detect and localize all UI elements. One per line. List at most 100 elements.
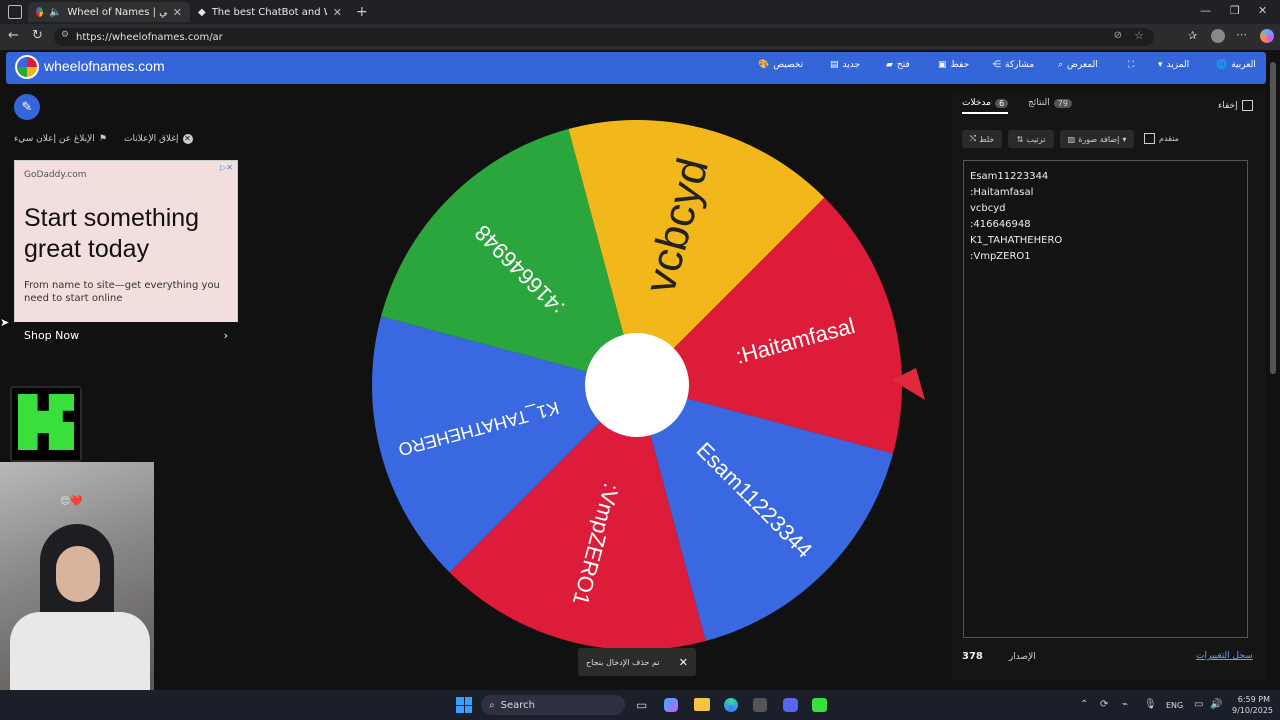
- report-ad-link[interactable]: الإبلاغ عن إعلان سيء ⚑: [14, 134, 107, 144]
- logo-icon[interactable]: [15, 55, 39, 79]
- sort-icon: ⇅: [1016, 134, 1024, 144]
- customize-button[interactable]: 🎨 تخصيص: [758, 60, 803, 70]
- wheel-center-button[interactable]: [585, 333, 689, 437]
- folder-icon: ▰: [886, 60, 893, 70]
- tab-results[interactable]: النتائج 79: [1028, 98, 1072, 108]
- favorites-icon[interactable]: ✰: [1188, 29, 1197, 42]
- entry-line: :416646948: [970, 219, 1031, 230]
- copilot-app-icon[interactable]: [664, 698, 678, 712]
- version-info: 378 الإصدار: [962, 651, 1036, 662]
- tracking-icon[interactable]: ⊘: [1114, 30, 1122, 41]
- profile-avatar[interactable]: [1211, 29, 1225, 43]
- sync-icon[interactable]: ⟳: [1100, 699, 1108, 710]
- edit-pencil-button[interactable]: ✎: [14, 94, 40, 120]
- share-icon: ⋲: [992, 60, 1001, 70]
- input-language[interactable]: ENG: [1166, 701, 1183, 710]
- maximize-icon[interactable]: ❐: [1230, 4, 1240, 17]
- close-ads-link[interactable]: إغلاق الإعلانات ✕: [124, 134, 193, 144]
- window-menu-icon[interactable]: [8, 5, 22, 19]
- search-icon: ⌕: [489, 699, 495, 711]
- file-explorer-icon[interactable]: [694, 698, 710, 711]
- entry-line: :VmpZERO1: [970, 251, 1031, 262]
- advanced-checkbox[interactable]: متقدم: [1144, 133, 1179, 144]
- heart-stickers-icon: 😍❤️: [60, 496, 83, 507]
- search-icon: ⌕: [1058, 60, 1064, 70]
- shop-now-button[interactable]: Shop Now ›: [14, 322, 238, 348]
- discord-icon[interactable]: [783, 698, 798, 712]
- open-button[interactable]: ▰ فتح: [886, 60, 910, 70]
- image-icon: ▨: [1067, 134, 1076, 144]
- hide-checkbox[interactable]: إخفاء: [1218, 100, 1253, 111]
- windows-start-icon[interactable]: [456, 697, 472, 713]
- entry-line: :Haitamfasal: [970, 187, 1034, 198]
- kick-logo: [10, 386, 82, 462]
- add-image-button[interactable]: ▨ إضافة صورة ▾: [1060, 130, 1134, 148]
- favorite-star-icon[interactable]: ☆: [1134, 29, 1144, 42]
- globe-icon: 🌐: [1216, 60, 1228, 70]
- share-button[interactable]: ⋲ مشاركة: [992, 60, 1034, 70]
- close-tab-icon[interactable]: ✕: [333, 6, 342, 19]
- new-tab-icon[interactable]: +: [356, 4, 368, 20]
- tab-title: Wheel of Names | العشوائي ...: [67, 6, 167, 18]
- entry-line: Esam11223344: [970, 171, 1049, 182]
- reload-icon[interactable]: ↻: [32, 28, 43, 43]
- pencil-icon: ✎: [21, 99, 33, 115]
- fullscreen-button[interactable]: ⛶: [1128, 60, 1134, 70]
- close-circle-icon: ✕: [182, 134, 193, 144]
- store-icon[interactable]: [753, 698, 767, 712]
- volume-icon[interactable]: 🔊: [1210, 699, 1222, 710]
- tab-entries[interactable]: مدخلات 6: [962, 98, 1009, 114]
- checkbox-box[interactable]: [1241, 100, 1253, 111]
- kick-app-icon[interactable]: [812, 698, 827, 712]
- wheel-favicon-icon: [36, 7, 43, 17]
- shuffle-icon: ⤭: [969, 134, 977, 143]
- chevron-down-icon: ▾: [1158, 60, 1163, 70]
- changelog-link[interactable]: سجل التغييرات: [1196, 651, 1253, 661]
- logo-text[interactable]: wheelofnames.com: [44, 58, 165, 74]
- fullscreen-icon: ⛶: [1128, 60, 1135, 70]
- gallery-button[interactable]: ⌕ المعرض: [1058, 60, 1098, 70]
- url-input[interactable]: ⚙ https://wheelofnames.com/ar ⊘ ☆: [54, 28, 1154, 46]
- tab-wheel-of-names[interactable]: 🔈 Wheel of Names | العشوائي ... ✕: [28, 2, 190, 22]
- minimize-icon[interactable]: —: [1200, 4, 1211, 17]
- site-info-icon[interactable]: ⚙: [61, 30, 69, 40]
- speaker-icon[interactable]: 🔈: [49, 7, 61, 18]
- taskbar-search[interactable]: ⌕ Search: [481, 695, 625, 715]
- monitor-icon[interactable]: ▭: [1194, 699, 1203, 710]
- network-icon[interactable]: ⌁: [1122, 699, 1128, 710]
- more-options-icon[interactable]: ⋯: [1236, 28, 1247, 41]
- page-scrollbar[interactable]: [1270, 62, 1276, 374]
- close-tab-icon[interactable]: ✕: [173, 6, 182, 19]
- entry-line: K1_TAHATHEHERO: [970, 235, 1063, 246]
- mic-icon[interactable]: 🎙: [1144, 699, 1157, 710]
- flag-icon: ⚑: [98, 134, 107, 144]
- sort-button[interactable]: ⇅ ترتيب: [1008, 130, 1054, 148]
- save-button[interactable]: ▣ حفظ: [938, 60, 969, 70]
- chatbot-favicon-icon: ◆: [198, 6, 206, 18]
- new-button[interactable]: ▤ جديد: [830, 60, 860, 70]
- advertisement[interactable]: GoDaddy.com ▷✕ Start something great tod…: [14, 160, 238, 348]
- checkbox-box[interactable]: [1144, 133, 1155, 144]
- tray-chevron-up-icon[interactable]: ⌃: [1080, 699, 1088, 710]
- close-window-icon[interactable]: ✕: [1258, 4, 1267, 17]
- taskbar-clock[interactable]: 6:59 PM 9/10/2025: [1232, 694, 1273, 716]
- wheel-svg[interactable]: vcbcyd:HaitamfasalEsam11223344:VmpZERO1K…: [370, 118, 930, 658]
- task-view-icon[interactable]: ▭: [636, 698, 647, 712]
- palette-icon: 🎨: [758, 60, 770, 70]
- tab-title: The best ChatBot and Widgets fo...: [211, 6, 327, 18]
- back-icon[interactable]: ←: [8, 28, 19, 43]
- url-text: https://wheelofnames.com/ar: [76, 31, 223, 43]
- results-count-badge: 79: [1053, 98, 1072, 108]
- entries-textarea[interactable]: Esam11223344 :Haitamfasal vcbcyd :416646…: [963, 160, 1248, 638]
- toast-notification: تم حذف الإدخال بنجاح ✕: [578, 648, 696, 676]
- shuffle-button[interactable]: ⤭ خلط: [962, 130, 1002, 148]
- language-button[interactable]: 🌐 العربية: [1216, 60, 1256, 70]
- copilot-icon[interactable]: [1260, 29, 1274, 43]
- edge-icon[interactable]: [724, 698, 738, 712]
- ad-choices-icon[interactable]: ▷✕: [220, 163, 233, 172]
- mouse-cursor-icon: ➤: [0, 316, 10, 329]
- entry-line: vcbcyd: [970, 203, 1006, 214]
- tab-chatbot[interactable]: ◆ The best ChatBot and Widgets fo... ✕: [190, 2, 350, 22]
- more-menu-button[interactable]: ▾ المزيد: [1158, 60, 1189, 70]
- toast-close-icon[interactable]: ✕: [679, 656, 688, 669]
